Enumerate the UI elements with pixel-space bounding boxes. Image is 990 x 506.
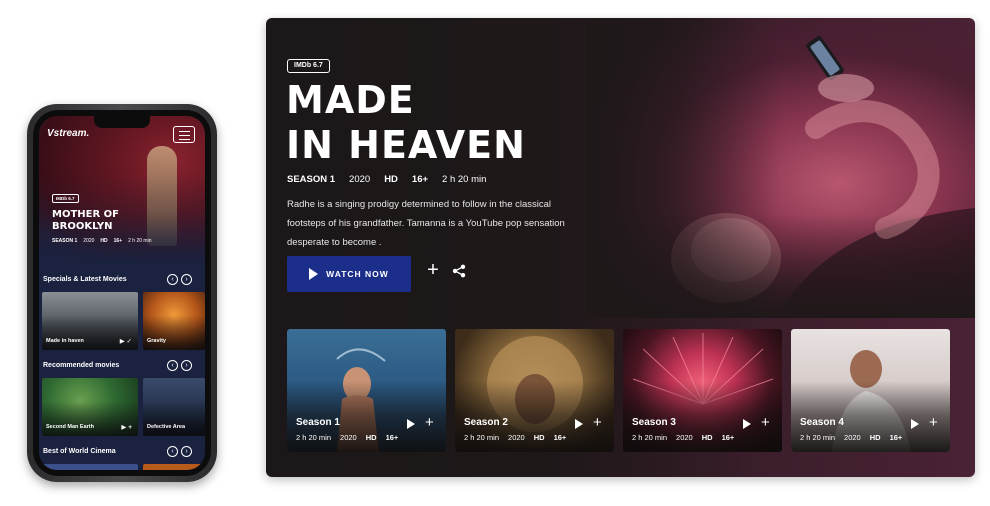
season-rating: 16+ [385, 433, 399, 442]
app-logo[interactable]: Vstream. [47, 128, 89, 139]
season-year: 2020 [508, 433, 525, 442]
hero-meta: SEASON 1 2020 HD 16+ 2 h 20 min [287, 174, 486, 185]
season-title: Season 1 [296, 417, 340, 428]
title-line-2: IN HEAVEN [286, 123, 526, 167]
meta-year: 2020 [349, 174, 371, 185]
phone-imdb-badge: IMDb 6.7 [52, 194, 79, 203]
season-quality: HD [869, 433, 881, 442]
play-icon[interactable] [407, 419, 415, 429]
showcase-stage: IMDb 6.7 MADE IN HEAVEN SEASON 1 2020 HD… [0, 0, 990, 506]
arrow-left-icon[interactable]: ‹ [167, 446, 178, 457]
arrow-left-icon[interactable]: ‹ [167, 360, 178, 371]
season-rating: 16+ [889, 433, 903, 442]
title-line-1: MADE [286, 78, 415, 122]
add-icon[interactable]: + [593, 415, 602, 430]
phone-device: Vstream. IMDb 6.7 MOTHER OF BROOKLYN SEA… [27, 104, 217, 482]
play-icon [309, 268, 319, 280]
season-title: Season 4 [800, 417, 844, 428]
movie-card[interactable]: Defective Area [143, 378, 205, 436]
section-arrows: ‹ › [167, 274, 192, 285]
season-rating: 16+ [721, 433, 735, 442]
season-duration: 2 h 20 min [632, 433, 668, 442]
season-year: 2020 [340, 433, 357, 442]
season-meta: 2 h 20 min 2020 HD 16+ [464, 433, 566, 442]
movie-card[interactable]: Made in haven ▶ ✓ [42, 292, 138, 350]
season-duration: 2 h 20 min [464, 433, 500, 442]
logo-v-icon: V [47, 128, 54, 139]
meta-rating: 16+ [113, 238, 123, 244]
season-meta: 2 h 20 min 2020 HD 16+ [800, 433, 902, 442]
hamburger-menu-icon[interactable] [173, 126, 195, 143]
phone-hero-title: MOTHER OF BROOKLYN [52, 209, 119, 232]
movie-card-title: Second Man Earth [46, 424, 94, 430]
imdb-rating-badge: IMDb 6.7 [287, 59, 330, 73]
watch-now-button[interactable]: WATCH NOW [287, 256, 411, 292]
meta-duration: 2 h 20 min [442, 174, 487, 185]
section-title: Recommended movies [43, 362, 120, 369]
movie-card[interactable] [143, 464, 205, 470]
section-arrows: ‹ › [167, 360, 192, 371]
season-card[interactable]: Season 4 2 h 20 min 2020 HD 16+ + [791, 329, 950, 452]
season-year: 2020 [844, 433, 861, 442]
page-title: MADE IN HEAVEN [286, 78, 586, 168]
phone-notch [94, 116, 150, 128]
movie-card-title: Defective Area [147, 424, 186, 430]
meta-season: SEASON 1 [287, 174, 336, 185]
season-meta: 2 h 20 min 2020 HD 16+ [296, 433, 398, 442]
arrow-right-icon[interactable]: › [181, 274, 192, 285]
play-add-icons[interactable]: ▶ ✓ [120, 337, 132, 345]
hero-description: Radhe is a singing prodigy determined to… [287, 199, 565, 248]
watch-now-label: WATCH NOW [326, 269, 389, 279]
season-quality: HD [533, 433, 545, 442]
movie-card-title: Gravity [147, 338, 166, 344]
season-title: Season 3 [632, 417, 676, 428]
movie-card[interactable]: Gravity [143, 292, 205, 350]
season-card[interactable]: Season 3 2 h 20 min 2020 HD 16+ + [623, 329, 782, 452]
season-meta: 2 h 20 min 2020 HD 16+ [632, 433, 734, 442]
phone-hero-meta: SEASON 1 2020 HD 16+ 2 h 20 min [52, 238, 152, 244]
meta-quality: HD [100, 238, 108, 244]
season-rating: 16+ [553, 433, 567, 442]
season-quality: HD [701, 433, 713, 442]
season-year: 2020 [676, 433, 693, 442]
add-icon[interactable]: + [929, 415, 938, 430]
movie-card[interactable] [42, 464, 138, 470]
meta-duration: 2 h 20 min [128, 238, 152, 244]
meta-rating: 16+ [411, 174, 429, 185]
season-card[interactable]: Season 2 2 h 20 min 2020 HD 16+ + [455, 329, 614, 452]
share-icon[interactable] [452, 264, 466, 278]
meta-year: 2020 [83, 238, 95, 244]
section-arrows: ‹ › [167, 446, 192, 457]
arrow-left-icon[interactable]: ‹ [167, 274, 178, 285]
season-duration: 2 h 20 min [800, 433, 836, 442]
section-title: Best of World Cinema [43, 448, 116, 455]
season-duration: 2 h 20 min [296, 433, 332, 442]
play-icon[interactable] [743, 419, 751, 429]
logo-text: stream. [53, 128, 90, 139]
arrow-right-icon[interactable]: › [181, 360, 192, 371]
hero-image [586, 18, 975, 318]
phone-screen: Vstream. IMDb 6.7 MOTHER OF BROOKLYN SEA… [39, 116, 205, 470]
season-card[interactable]: Season 1 2 h 20 min 2020 HD 16+ + [287, 329, 446, 452]
movie-card-title: Made in haven [46, 338, 84, 344]
seasons-row: Season 1 2 h 20 min 2020 HD 16+ + Season… [287, 329, 950, 452]
tv-screen: IMDb 6.7 MADE IN HEAVEN SEASON 1 2020 HD… [266, 18, 975, 477]
meta-quality: HD [384, 174, 398, 185]
add-icon[interactable]: + [761, 415, 770, 430]
arrow-right-icon[interactable]: › [181, 446, 192, 457]
season-quality: HD [365, 433, 377, 442]
season-title: Season 2 [464, 417, 508, 428]
play-icon[interactable] [911, 419, 919, 429]
add-to-list-icon[interactable]: + [425, 260, 441, 280]
play-icon[interactable] [575, 419, 583, 429]
movie-card[interactable]: Second Man Earth ▶ + [42, 378, 138, 436]
play-add-icons[interactable]: ▶ + [121, 423, 132, 431]
add-icon[interactable]: + [425, 415, 434, 430]
section-title: Specials & Latest Movies [43, 276, 127, 283]
meta-season: SEASON 1 [52, 238, 78, 244]
